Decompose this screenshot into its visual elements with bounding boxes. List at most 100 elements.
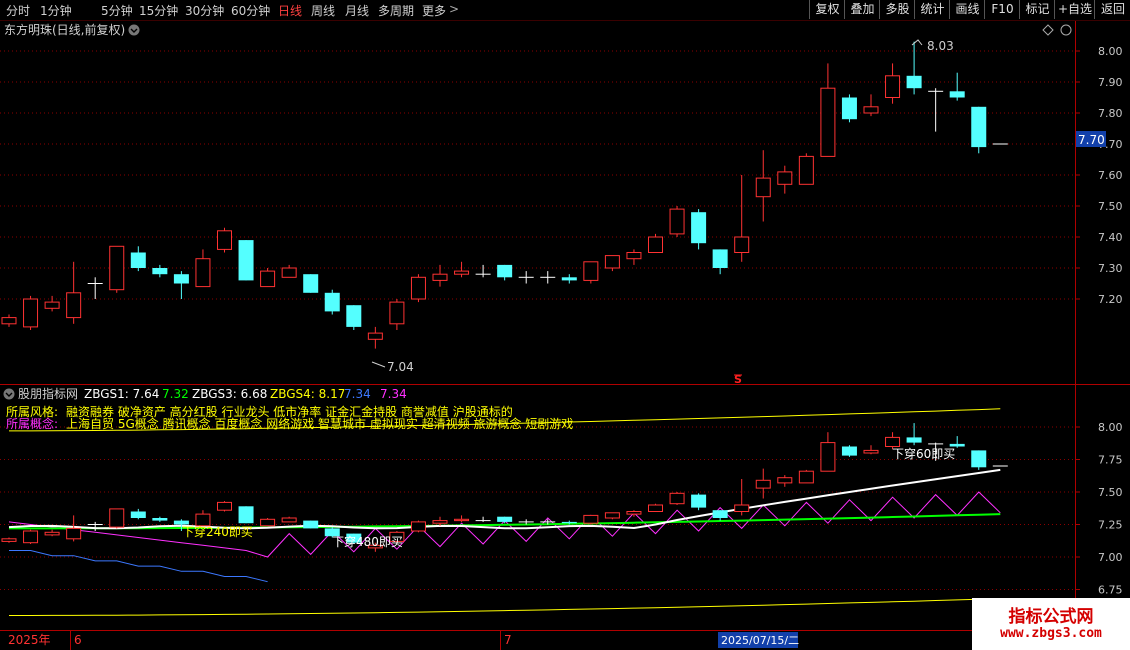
- candle-down: [346, 305, 362, 327]
- ind-candle-up: [44, 531, 60, 536]
- draw-line-button[interactable]: 画线: [949, 0, 985, 19]
- ind-candle-down: [152, 518, 168, 521]
- chevron-right-icon[interactable]: >: [449, 2, 459, 16]
- ind-candle-up: [66, 527, 82, 540]
- candle-up: [44, 301, 60, 309]
- annotation-cross-480: 下穿480即买: [332, 534, 403, 549]
- period-tab-monthly[interactable]: 月线: [345, 2, 369, 19]
- period-tab-1min[interactable]: 1分钟: [40, 2, 72, 19]
- ind-candle-down: [130, 511, 146, 518]
- ind-candle-up: [626, 511, 642, 515]
- ind-candle-up: [798, 470, 814, 484]
- candle-down: [152, 268, 168, 275]
- y-tick-label: 7.40: [1098, 231, 1123, 244]
- ind-candle-down: [561, 521, 577, 524]
- f10-button[interactable]: F10: [984, 0, 1020, 19]
- overlay-button[interactable]: 叠加: [844, 0, 880, 19]
- period-tab-weekly[interactable]: 周线: [311, 2, 335, 19]
- kline-chart-area[interactable]: 东方明珠(日线,前复权) 8.00 7.90 7.80 7.70 7.60 7.50 7.4…: [0, 21, 1130, 650]
- y-tick-label: 7.80: [1098, 107, 1123, 120]
- chevron-down-circle-icon[interactable]: [128, 24, 140, 36]
- candle-down: [712, 249, 728, 268]
- candle-up: [885, 75, 901, 99]
- indicator-zbgs1: ZBGS1: 7.64: [84, 387, 159, 401]
- ind-candle-down: [238, 506, 254, 524]
- top-toolbar: 分时 1分钟 5分钟 15分钟 30分钟 60分钟 日线 周线 月线 多周期 更…: [0, 0, 1130, 21]
- ind-candle-up: [281, 517, 297, 523]
- candle-down: [949, 91, 965, 98]
- low-price-label: 7.04: [387, 360, 414, 374]
- indicator-zbgs3: ZBGS3: 6.68: [192, 387, 267, 401]
- indicator-name[interactable]: 股朋指标网: [18, 386, 78, 401]
- period-tab-daily[interactable]: 日线: [278, 2, 302, 19]
- candle-up: [389, 301, 405, 325]
- ind-candle-up: [604, 512, 620, 519]
- candle-up: [260, 270, 276, 288]
- period-tab-5min[interactable]: 5分钟: [101, 2, 133, 19]
- y-tick-label: 7.30: [1098, 262, 1123, 275]
- ind-candle-down: [841, 446, 857, 456]
- period-tab-fenshi[interactable]: 分时: [6, 2, 30, 19]
- y-tick-label: 7.50: [1098, 486, 1123, 499]
- period-tab-15min[interactable]: 15分钟: [139, 2, 178, 19]
- candle-up: [669, 208, 685, 235]
- ind-candle-up: [260, 518, 276, 527]
- ind-candle-up: [820, 442, 836, 472]
- y-tick-label: 7.90: [1098, 76, 1123, 89]
- date-axis: [0, 631, 972, 650]
- diamond-icon[interactable]: [1042, 24, 1054, 36]
- y-tick-label: 7.20: [1098, 293, 1123, 306]
- low-marker: 7.04: [371, 360, 414, 374]
- candle-up: [432, 273, 448, 281]
- indicator-zbgs2: 7.32: [162, 387, 189, 401]
- multi-stock-button[interactable]: 多股: [879, 0, 915, 19]
- date-axis-june: 6: [74, 633, 82, 647]
- ind-candle-up: [885, 436, 901, 447]
- y-tick-label: 7.60: [1098, 169, 1123, 182]
- high-marker: 8.03: [911, 39, 954, 53]
- back-button[interactable]: 返回: [1094, 0, 1130, 19]
- candle-up: [66, 292, 82, 319]
- candle-down: [130, 252, 146, 268]
- period-tab-30min[interactable]: 30分钟: [185, 2, 224, 19]
- candle-down: [303, 274, 319, 293]
- concept-text: 上海自贸 5G概念 腾讯概念 百度概念 网络游戏 智慧城市 虚拟现实 超清视频 …: [66, 416, 573, 431]
- candle-up: [454, 270, 470, 275]
- candle-up: [281, 267, 297, 278]
- ind-candle-down: [691, 494, 707, 508]
- ind-candle-up: [863, 449, 879, 454]
- candle-down: [238, 240, 254, 281]
- candle-up: [410, 276, 426, 300]
- y-tick-label: 7.00: [1098, 551, 1123, 564]
- main-chart-title: 东方明珠(日线,前复权): [4, 22, 125, 37]
- candle-down: [906, 75, 922, 89]
- candle-up: [648, 236, 663, 253]
- candle-up: [583, 261, 599, 281]
- period-tab-more[interactable]: 更多: [422, 2, 446, 19]
- date-axis-july: 7: [504, 633, 512, 647]
- ind-candle-up: [1, 538, 17, 542]
- indicator-blue-line-value: 7.34: [344, 387, 371, 401]
- ind-candle-up: [734, 504, 750, 512]
- annotation-cross-60: 下穿60即买: [892, 446, 955, 461]
- blue-line: [9, 550, 268, 583]
- ind-candle-up: [648, 504, 663, 512]
- candle-up: [195, 258, 211, 288]
- chevron-down-circle-icon[interactable]: [3, 388, 15, 400]
- candle-up: [820, 87, 836, 157]
- mark-button[interactable]: 标记: [1019, 0, 1055, 19]
- ind-candle-up: [432, 520, 448, 524]
- statistics-button[interactable]: 统计: [914, 0, 950, 19]
- ind-candle-up: [755, 479, 771, 489]
- add-watchlist-button[interactable]: +自选: [1054, 0, 1095, 19]
- period-tab-multi[interactable]: 多周期: [378, 2, 414, 19]
- ind-candle-down: [971, 450, 987, 468]
- candle-up: [604, 255, 620, 269]
- ind-candle-down: [906, 437, 922, 443]
- concept-label: 所属概念:: [6, 416, 58, 431]
- period-tab-60min[interactable]: 60分钟: [231, 2, 270, 19]
- date-axis-year: 2025年: [8, 633, 51, 647]
- fuquan-button[interactable]: 复权: [809, 0, 845, 19]
- candle-up: [109, 245, 125, 291]
- settings-circle-icon[interactable]: [1060, 24, 1072, 36]
